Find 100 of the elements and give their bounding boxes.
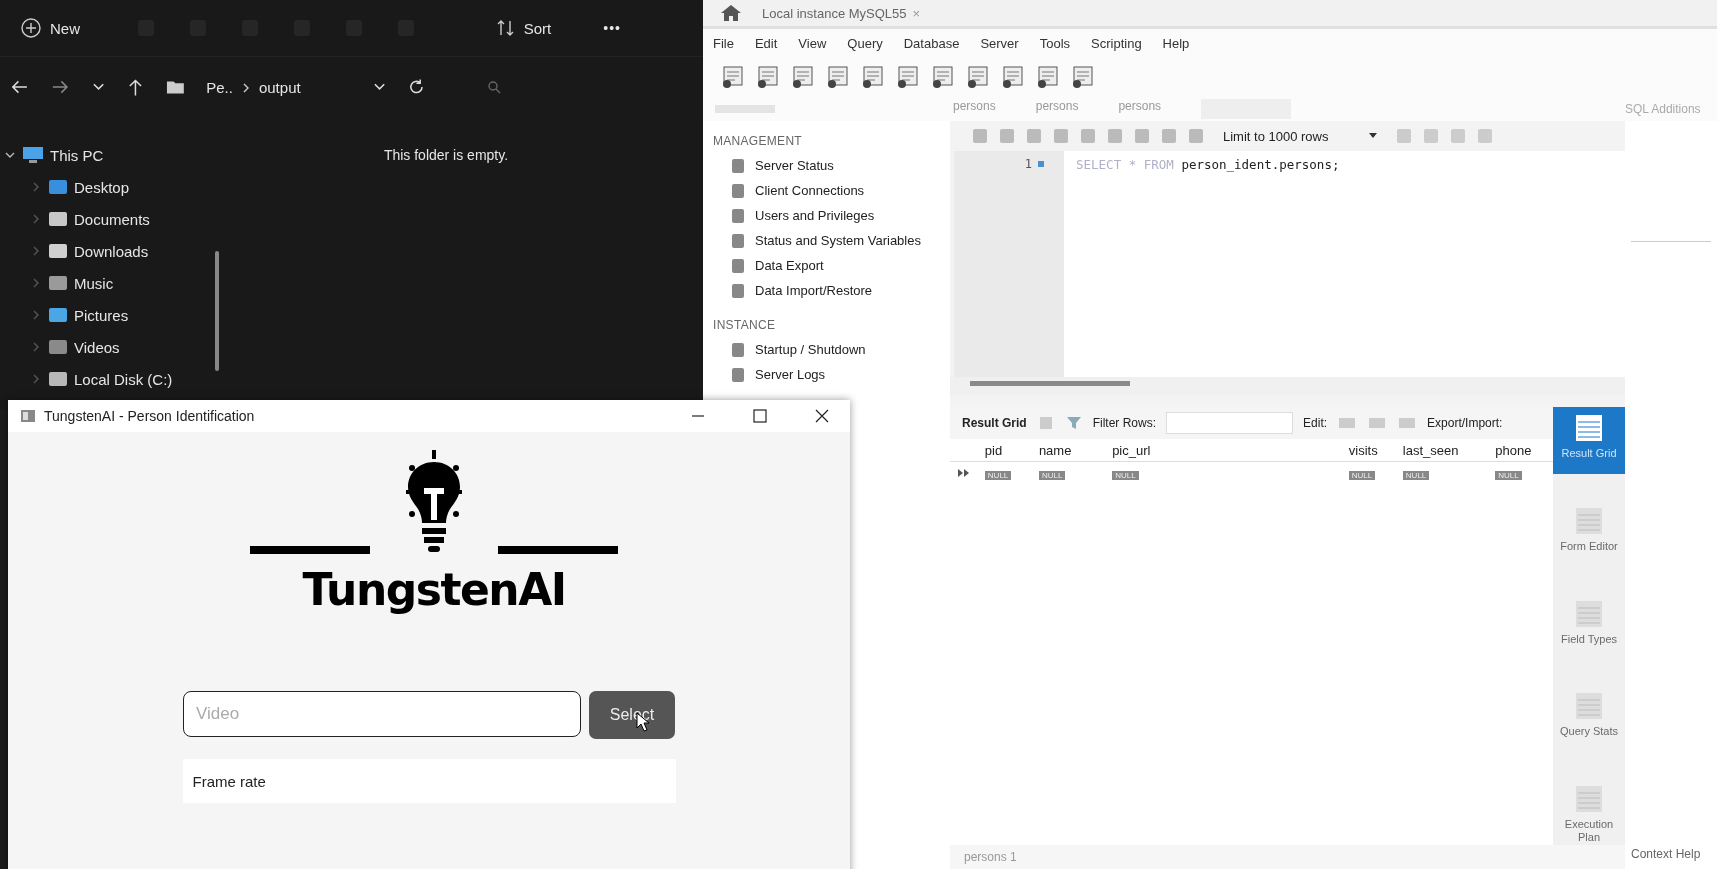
editor-tool-icon[interactable] xyxy=(1051,126,1071,146)
menu-item[interactable]: Query xyxy=(847,35,883,51)
up-arrow-icon[interactable] xyxy=(126,77,144,97)
tree-item[interactable]: Music xyxy=(0,267,215,299)
chevron-down-icon[interactable] xyxy=(91,82,105,92)
folder-icon xyxy=(48,274,68,292)
close-icon[interactable] xyxy=(814,408,830,424)
navigator-item[interactable]: Server Status xyxy=(713,153,950,178)
select-button[interactable]: Select xyxy=(589,691,675,739)
navigator-item[interactable]: Users and Privileges xyxy=(713,203,950,228)
menu-item[interactable]: Tools xyxy=(1039,35,1071,51)
navigator-item[interactable]: Startup / Shutdown xyxy=(713,337,950,362)
database-tool-icon[interactable] xyxy=(1001,65,1025,89)
database-tool-icon[interactable] xyxy=(931,65,955,89)
database-tool-icon[interactable] xyxy=(861,65,885,89)
panel-title: SQL Additions xyxy=(1625,102,1702,116)
null-badge: NULL xyxy=(1038,470,1066,480)
tree-item[interactable]: Local Disk (C:) xyxy=(0,363,215,395)
database-tool-icon[interactable] xyxy=(1036,65,1060,89)
folder-icon xyxy=(48,242,68,260)
empty-folder-message: This folder is empty. xyxy=(383,147,509,165)
grid-view-icon xyxy=(1574,505,1604,536)
editor-tool-icon[interactable] xyxy=(970,126,990,146)
database-tool-icon[interactable] xyxy=(896,65,920,89)
admin-icon xyxy=(729,181,747,200)
menu-item[interactable]: View xyxy=(798,35,827,51)
navigator-item[interactable]: Server Logs xyxy=(713,362,950,387)
tree-item[interactable]: Documents xyxy=(0,203,215,235)
computer-icon xyxy=(22,146,44,164)
editor-tool-icon[interactable] xyxy=(1078,126,1098,146)
database-tool-icon[interactable] xyxy=(791,65,815,89)
filter-label: Filter Rows: xyxy=(1092,416,1157,430)
navigator-item[interactable]: Client Connections xyxy=(713,178,950,203)
grid-view-icon xyxy=(1574,784,1604,815)
filter-field[interactable] xyxy=(1166,412,1294,434)
null-badge: NULL xyxy=(1112,470,1139,480)
editor-tool-icon[interactable] xyxy=(1159,126,1179,146)
null-badge: NULL xyxy=(1495,470,1522,480)
breadcrumb-item[interactable]: output xyxy=(258,78,301,96)
tree-item[interactable]: Pictures xyxy=(0,299,215,331)
sql-statement[interactable]: SELECT * FROM person_ident.persons; xyxy=(1064,151,1340,377)
menu-item[interactable]: Edit xyxy=(754,35,778,51)
home-icon[interactable] xyxy=(720,4,742,22)
tree-item[interactable]: Downloads xyxy=(0,235,215,267)
folder-icon xyxy=(165,79,185,95)
editor-tool-icon[interactable] xyxy=(1186,126,1206,146)
navigator-item[interactable]: Data Import/Restore xyxy=(713,278,950,303)
sort-icon xyxy=(495,19,516,37)
result-view-tab[interactable]: Result Grid xyxy=(1553,407,1625,474)
section-title: MANAGEMENT xyxy=(713,134,802,148)
null-badge: NULL xyxy=(1402,470,1430,480)
chevron-down-icon[interactable] xyxy=(372,82,386,92)
editor-tool-icon[interactable] xyxy=(1024,126,1044,146)
database-tool-icon[interactable] xyxy=(826,65,850,89)
maximize-icon[interactable] xyxy=(752,408,768,424)
sort-button[interactable]: Sort xyxy=(491,15,556,41)
editor-tool-icon[interactable] xyxy=(997,126,1017,146)
forward-arrow-icon[interactable] xyxy=(50,78,70,96)
editor-tool-icon[interactable] xyxy=(1105,126,1125,146)
limit-rows-dropdown[interactable]: Limit to 1000 rows xyxy=(1223,128,1377,144)
menu-item[interactable]: Server xyxy=(980,35,1019,51)
column-header[interactable]: pid xyxy=(978,442,1033,458)
breadcrumb-item[interactable]: Pe.. xyxy=(206,78,233,96)
database-tool-icon[interactable] xyxy=(966,65,990,89)
navigator-item[interactable]: Status and System Variables xyxy=(713,228,950,253)
admin-icon xyxy=(729,365,747,384)
logo-text: TungstenAI xyxy=(302,564,566,615)
refresh-icon[interactable] xyxy=(407,78,425,96)
menu-item[interactable]: File xyxy=(713,35,734,51)
context-help-tab[interactable]: Context Help xyxy=(1631,847,1711,869)
column-header[interactable]: visits xyxy=(1342,442,1397,458)
admin-icon xyxy=(729,231,747,250)
database-tool-icon[interactable] xyxy=(1071,65,1095,89)
menu-item[interactable]: Help xyxy=(1162,35,1190,51)
result-view-tab[interactable]: Form Editor xyxy=(1553,499,1625,567)
result-view-tab[interactable]: Field Types xyxy=(1553,592,1625,660)
result-view-tab[interactable]: Query Stats xyxy=(1553,685,1625,753)
connection-tab[interactable]: Local instance MySQL55 xyxy=(762,5,907,21)
new-button[interactable]: New xyxy=(16,13,84,43)
database-tool-icon[interactable] xyxy=(756,65,780,89)
tree-item[interactable]: Desktop xyxy=(0,171,215,203)
scrollbar[interactable] xyxy=(215,251,219,371)
menu-item[interactable]: Database xyxy=(903,35,960,51)
column-header[interactable]: last_seen xyxy=(1396,442,1490,458)
edit-label: Edit: xyxy=(1303,416,1328,430)
navigator-item[interactable]: Data Export xyxy=(713,253,950,278)
column-header[interactable]: name xyxy=(1032,442,1107,458)
more-button[interactable]: ••• xyxy=(599,16,625,40)
tree-item[interactable]: Videos xyxy=(0,331,215,363)
column-header[interactable]: phone xyxy=(1489,442,1553,458)
video-path-field[interactable]: Video xyxy=(183,691,581,737)
result-view-tab[interactable]: Execution Plan xyxy=(1553,778,1625,845)
database-tool-icon[interactable] xyxy=(721,65,745,89)
back-arrow-icon[interactable] xyxy=(10,78,29,96)
column-header[interactable]: pic_url xyxy=(1106,442,1343,458)
editor-tool-icon[interactable] xyxy=(1132,126,1152,146)
menu-item[interactable]: Scripting xyxy=(1091,35,1142,51)
scrollbar[interactable] xyxy=(970,381,1130,386)
tree-item[interactable]: This PC xyxy=(0,139,215,171)
filter-icon[interactable] xyxy=(1064,414,1083,432)
